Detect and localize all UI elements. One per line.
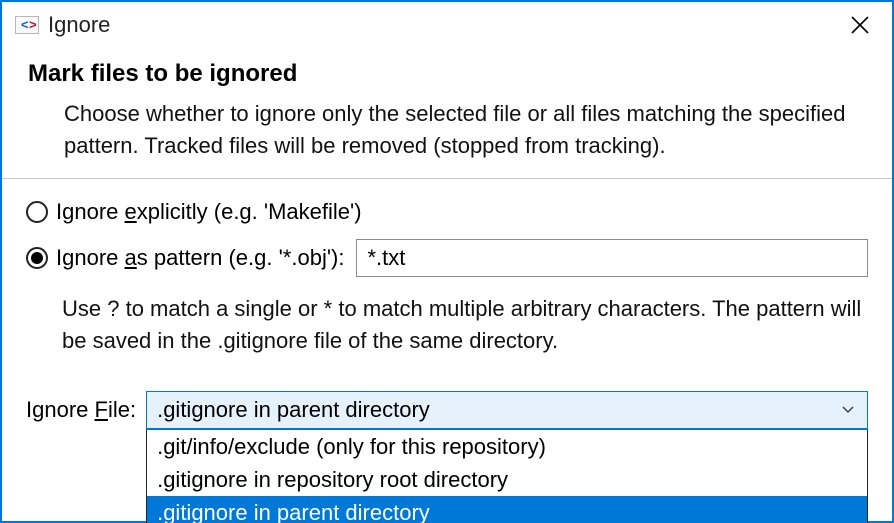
pattern-input[interactable] bbox=[356, 239, 868, 277]
radio-label-explicit: Ignore explicitly (e.g. 'Makefile') bbox=[56, 199, 362, 225]
ignore-file-combobox[interactable]: .gitignore in parent directory bbox=[146, 391, 868, 429]
dropdown-option[interactable]: .git/info/exclude (only for this reposit… bbox=[147, 430, 867, 463]
svg-text:>: > bbox=[29, 17, 37, 32]
dialog-header: Mark files to be ignored Choose whether … bbox=[2, 46, 892, 178]
radio-icon bbox=[26, 201, 48, 223]
ignore-file-combo: .gitignore in parent directory .git/info… bbox=[146, 391, 868, 429]
close-icon bbox=[851, 16, 869, 34]
app-icon: < > bbox=[14, 14, 40, 36]
radio-icon bbox=[26, 247, 48, 269]
radio-ignore-as-pattern[interactable]: Ignore as pattern (e.g. '*.obj'): bbox=[26, 239, 868, 277]
close-button[interactable] bbox=[838, 9, 882, 41]
ignore-file-dropdown: .git/info/exclude (only for this reposit… bbox=[146, 429, 868, 523]
ignore-dialog: < > Ignore Mark files to be ignored Choo… bbox=[0, 0, 894, 523]
combo-selected-value: .gitignore in parent directory bbox=[157, 397, 839, 423]
chevron-down-icon bbox=[839, 401, 857, 419]
dialog-body: Ignore explicitly (e.g. 'Makefile') Igno… bbox=[2, 179, 892, 429]
radio-label-pattern: Ignore as pattern (e.g. '*.obj'): bbox=[56, 245, 344, 271]
window-title: Ignore bbox=[48, 12, 838, 38]
header-description: Choose whether to ignore only the select… bbox=[28, 98, 866, 162]
svg-text:<: < bbox=[21, 17, 29, 32]
ignore-file-label: Ignore File: bbox=[26, 397, 136, 423]
header-title: Mark files to be ignored bbox=[28, 60, 866, 88]
titlebar: < > Ignore bbox=[2, 2, 892, 46]
pattern-hint: Use ? to match a single or * to match mu… bbox=[26, 291, 868, 357]
radio-ignore-explicitly[interactable]: Ignore explicitly (e.g. 'Makefile') bbox=[26, 199, 868, 225]
ignore-file-row: Ignore File: .gitignore in parent direct… bbox=[26, 391, 868, 429]
dropdown-option[interactable]: .gitignore in parent directory bbox=[147, 496, 867, 523]
dropdown-option[interactable]: .gitignore in repository root directory bbox=[147, 463, 867, 496]
